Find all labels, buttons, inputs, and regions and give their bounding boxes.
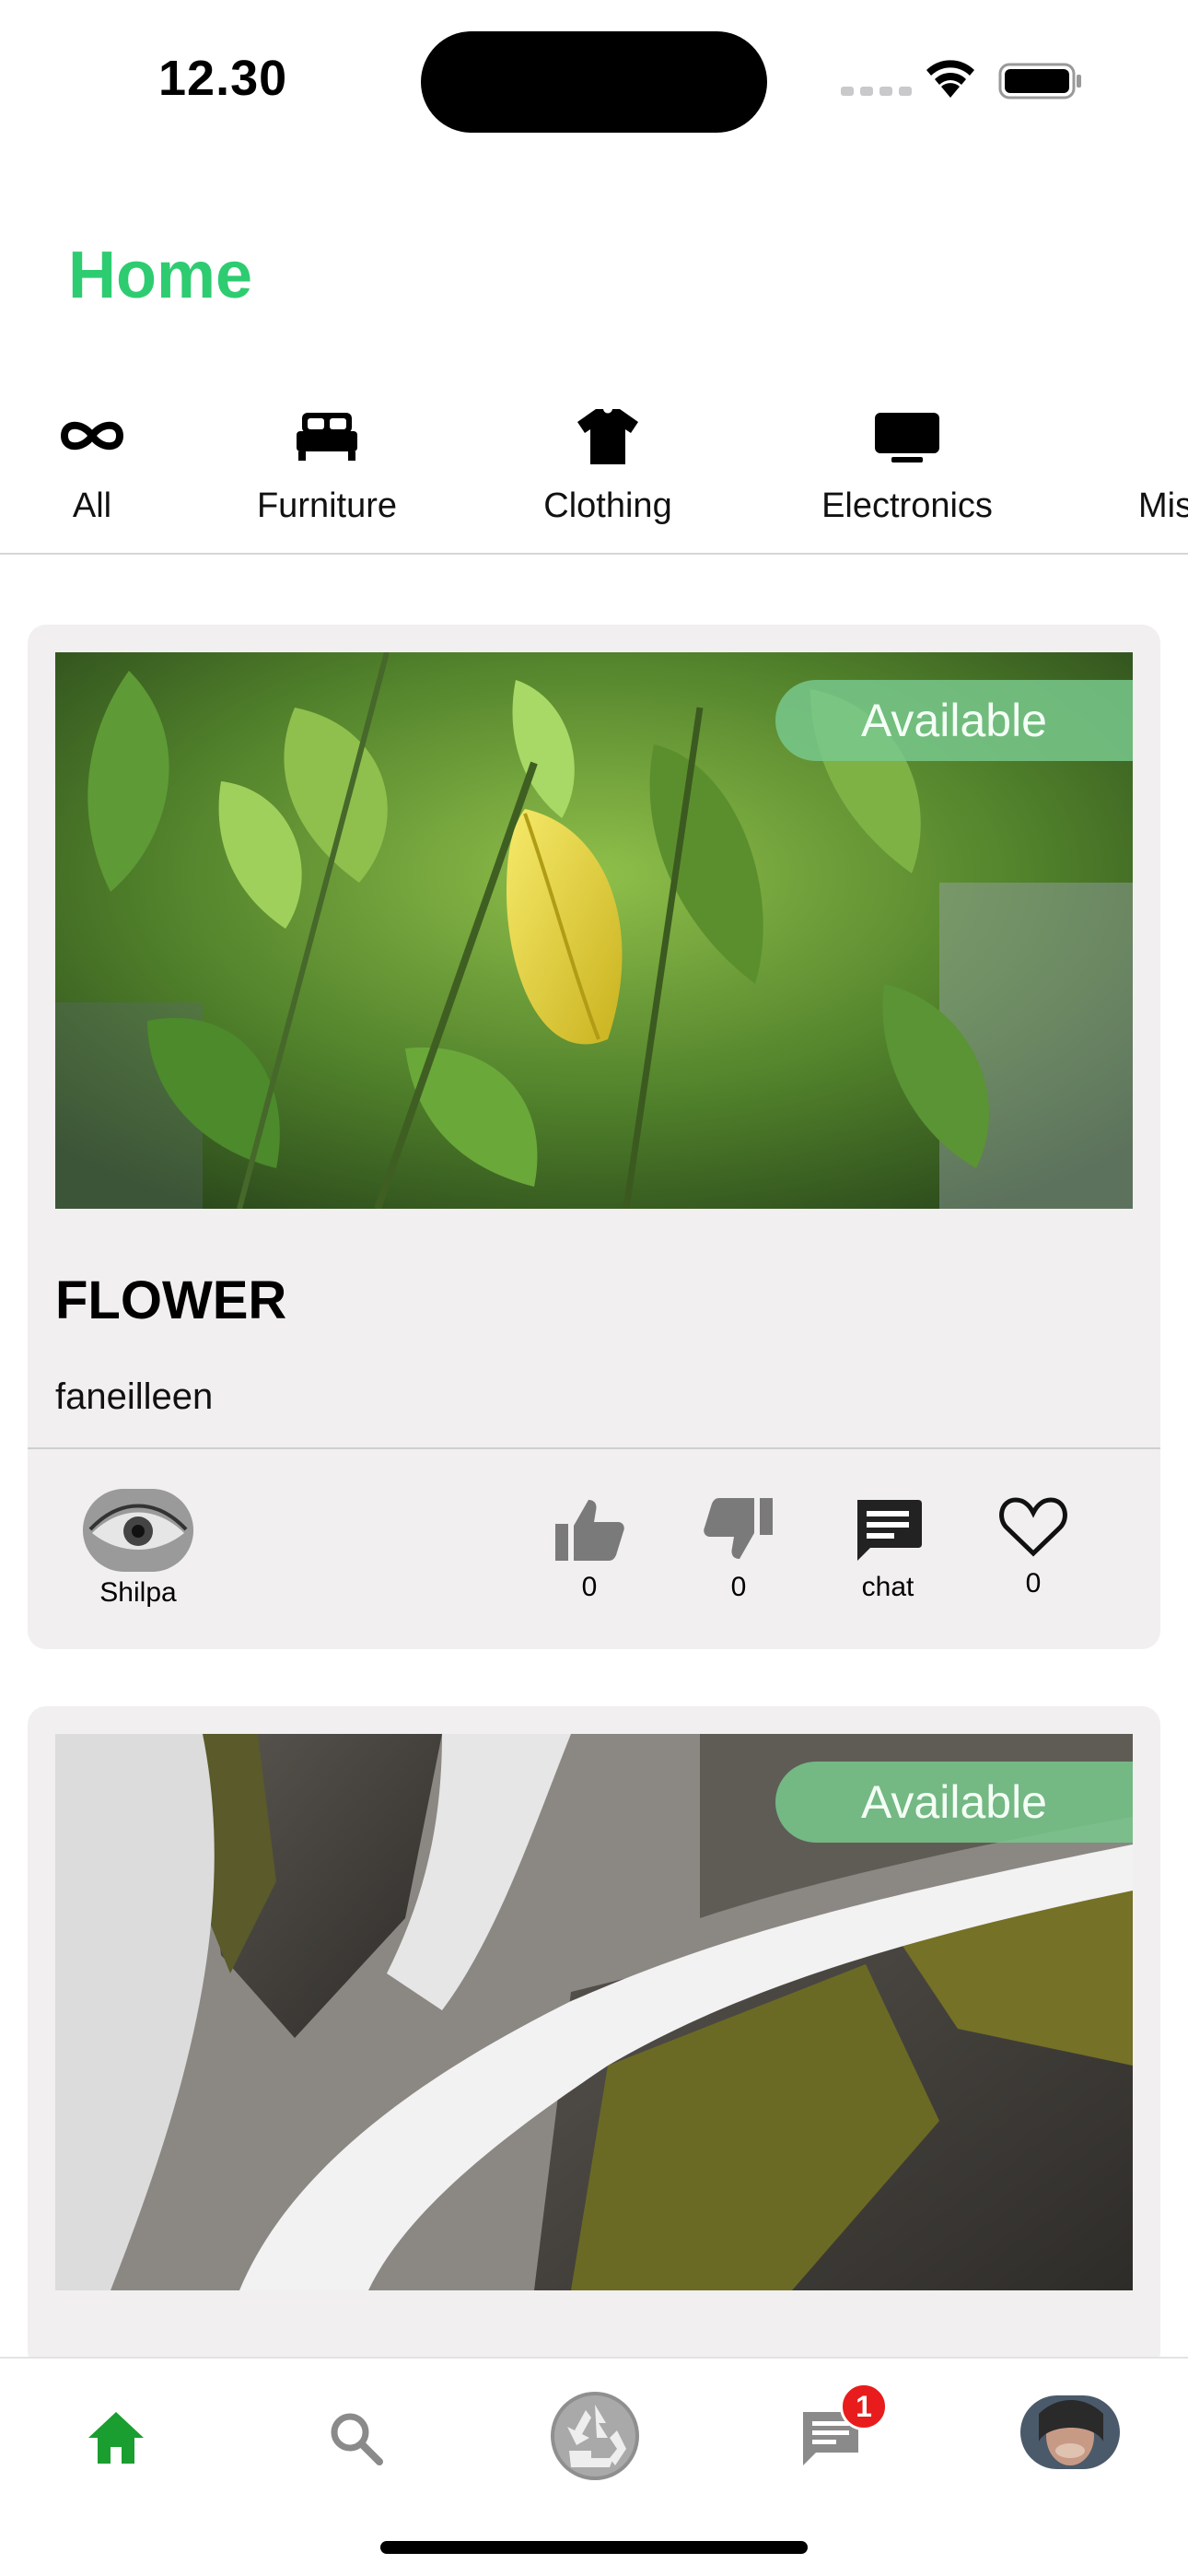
like-button[interactable]: 0 <box>543 1496 635 1603</box>
status-badge: Available <box>775 680 1133 761</box>
home-icon <box>88 2412 144 2464</box>
status-bar: 12.30 <box>0 0 1188 157</box>
category-misc[interactable]: Mis <box>1138 405 1188 526</box>
dynamic-island <box>421 31 767 133</box>
like-count: 0 <box>581 1572 598 1602</box>
chat-notification-badge: 1 <box>840 2383 888 2430</box>
misc-icon <box>1138 405 1188 466</box>
status-time: 12.30 <box>158 51 288 106</box>
home-indicator <box>380 2541 808 2554</box>
post-image[interactable]: Available <box>55 1734 1133 2290</box>
category-label: Electronics <box>821 486 993 525</box>
favorite-count: 0 <box>1025 1568 1042 1598</box>
battery-icon <box>998 63 1081 100</box>
category-label: Mis <box>1138 486 1188 525</box>
bed-icon <box>297 413 357 461</box>
category-electronics[interactable]: Electronics <box>810 405 1004 526</box>
tshirt-icon <box>577 409 638 464</box>
category-furniture[interactable]: Furniture <box>249 405 405 526</box>
tv-icon <box>875 413 939 463</box>
post-description: faneilleen <box>55 1376 214 1417</box>
post-card[interactable]: Available <box>28 1706 1160 2370</box>
dislike-count: 0 <box>730 1572 747 1602</box>
chat-bubble-icon <box>857 1500 922 1561</box>
category-label: Clothing <box>543 486 672 525</box>
nav-recycle[interactable] <box>549 2390 641 2482</box>
chat-label: chat <box>861 1572 914 1602</box>
post-card[interactable]: Available FLOWER faneilleen Shilpa 0 0 c… <box>28 625 1160 1649</box>
recycle-icon <box>551 2392 639 2480</box>
owner-name: Shilpa <box>99 1577 177 1608</box>
owner-avatar[interactable] <box>83 1489 193 1572</box>
category-bar[interactable]: All Furniture Clothing Electronics Mis <box>0 405 1188 555</box>
nav-home[interactable] <box>87 2410 146 2465</box>
eye-avatar-image <box>83 1489 193 1572</box>
chat-button[interactable]: chat <box>842 1496 934 1603</box>
thumbs-down-icon <box>704 1498 773 1559</box>
post-owner[interactable]: Shilpa <box>83 1489 193 1609</box>
category-label: All <box>72 486 112 525</box>
nav-profile[interactable] <box>1020 2395 1120 2469</box>
category-clothing[interactable]: Clothing <box>534 405 681 526</box>
infinity-icon <box>60 421 124 451</box>
dislike-button[interactable]: 0 <box>693 1496 785 1603</box>
post-title: FLOWER <box>55 1270 287 1330</box>
cellular-signal-icon <box>841 87 912 96</box>
profile-avatar <box>1020 2395 1120 2469</box>
favorite-button[interactable]: 0 <box>987 1493 1079 1599</box>
wifi-icon <box>926 60 974 98</box>
post-image[interactable]: Available <box>55 652 1133 1209</box>
search-icon <box>331 2413 383 2465</box>
heart-icon <box>999 1497 1067 1557</box>
category-all[interactable]: All <box>37 405 147 526</box>
category-label: Furniture <box>256 486 398 525</box>
nav-search[interactable] <box>326 2408 385 2467</box>
status-badge: Available <box>775 1762 1133 1843</box>
thumbs-up-icon <box>555 1500 624 1561</box>
card-divider <box>28 1447 1160 1449</box>
page-title: Home <box>68 239 253 312</box>
